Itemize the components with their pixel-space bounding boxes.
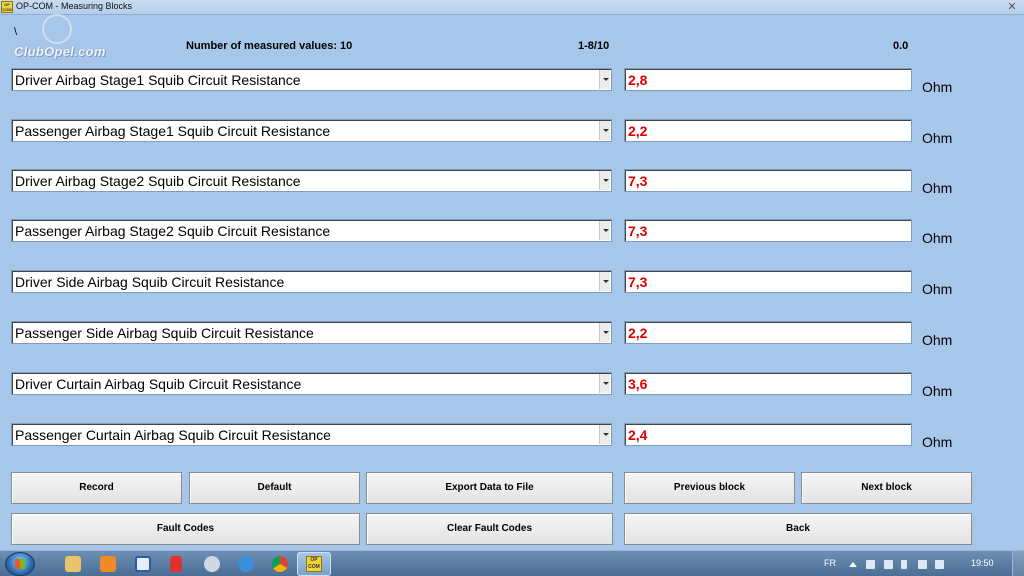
- measurement-row: Passenger Airbag Stage2 Squib Circuit Re…: [0, 219, 1024, 259]
- file-explorer-icon[interactable]: [65, 556, 81, 572]
- measurement-value-box: 2,4: [624, 423, 912, 446]
- path-indicator: \: [14, 26, 18, 38]
- measurement-unit: Ohm: [922, 79, 953, 95]
- measurement-label: Driver Side Airbag Squib Circuit Resista…: [15, 274, 285, 290]
- dropdown-arrow-icon[interactable]: [599, 121, 610, 140]
- record-button[interactable]: Record: [11, 472, 182, 504]
- measurement-unit: Ohm: [922, 332, 953, 348]
- previous-block-button[interactable]: Previous block: [624, 472, 795, 504]
- clear-fault-codes-button[interactable]: Clear Fault Codes: [366, 513, 613, 545]
- measurement-label: Driver Airbag Stage2 Squib Circuit Resis…: [15, 173, 301, 189]
- tray-expand-icon[interactable]: [849, 562, 857, 567]
- measurement-label: Driver Curtain Airbag Squib Circuit Resi…: [15, 376, 302, 392]
- back-button[interactable]: Back: [624, 513, 972, 545]
- measurement-value-box: 7,3: [624, 169, 912, 192]
- measurement-unit: Ohm: [922, 434, 953, 450]
- measurement-label: Driver Airbag Stage1 Squib Circuit Resis…: [15, 72, 301, 88]
- measurement-label: Passenger Airbag Stage1 Squib Circuit Re…: [15, 123, 331, 139]
- measurement-value-box: 2,8: [624, 68, 912, 91]
- taskbar: OP COM FR 19:50: [0, 550, 1024, 576]
- measurement-unit: Ohm: [922, 230, 953, 246]
- clock[interactable]: 19:50: [971, 558, 994, 568]
- measurement-value-box: 2,2: [624, 321, 912, 344]
- window-title: OP-COM - Measuring Blocks: [16, 1, 133, 11]
- chrome-icon[interactable]: [272, 556, 288, 572]
- measurement-value: 2,8: [628, 72, 648, 88]
- measurement-row: Driver Airbag Stage2 Squib Circuit Resis…: [0, 169, 1024, 209]
- op-com-taskbar-button[interactable]: OP COM: [297, 552, 331, 576]
- measurement-unit: Ohm: [922, 130, 953, 146]
- title-bar: OP COM OP-COM - Measuring Blocks ✕: [0, 0, 1024, 15]
- measurement-select[interactable]: Passenger Curtain Airbag Squib Circuit R…: [11, 423, 612, 446]
- pin-icon[interactable]: [170, 556, 182, 572]
- network-shield-icon[interactable]: [866, 560, 875, 569]
- measurement-label: Passenger Airbag Stage2 Squib Circuit Re…: [15, 223, 331, 239]
- next-block-button[interactable]: Next block: [801, 472, 972, 504]
- measurement-value: 7,3: [628, 274, 648, 290]
- elapsed-time: 0.0: [893, 40, 909, 52]
- measurement-unit: Ohm: [922, 180, 953, 196]
- flag-icon[interactable]: [884, 560, 893, 569]
- measurement-value: 7,3: [628, 223, 648, 239]
- dropdown-arrow-icon[interactable]: [599, 221, 610, 240]
- globe-icon[interactable]: [204, 556, 220, 572]
- measurement-row: Passenger Side Airbag Squib Circuit Resi…: [0, 321, 1024, 361]
- fault-codes-button[interactable]: Fault Codes: [11, 513, 360, 545]
- dropdown-arrow-icon[interactable]: [599, 374, 610, 393]
- dropdown-arrow-icon[interactable]: [599, 272, 610, 291]
- measurement-select[interactable]: Passenger Airbag Stage2 Squib Circuit Re…: [11, 219, 612, 242]
- measurement-row: Driver Airbag Stage1 Squib Circuit Resis…: [0, 68, 1024, 108]
- signal-icon[interactable]: [918, 560, 927, 569]
- clubopel-logo: ClubOpel.com: [14, 44, 106, 59]
- measurement-value: 7,3: [628, 173, 648, 189]
- measurement-unit: Ohm: [922, 281, 953, 297]
- measurement-label: Passenger Curtain Airbag Squib Circuit R…: [15, 427, 331, 443]
- measurement-value: 3,6: [628, 376, 648, 392]
- measurement-value-box: 2,2: [624, 119, 912, 142]
- dropdown-arrow-icon[interactable]: [599, 425, 610, 444]
- language-indicator[interactable]: FR: [824, 558, 836, 568]
- measurement-row: Passenger Airbag Stage1 Squib Circuit Re…: [0, 119, 1024, 159]
- block-range: 1-8/10: [578, 40, 610, 52]
- measured-values-count: Number of measured values: 10: [186, 40, 353, 52]
- dropdown-arrow-icon[interactable]: [599, 171, 610, 190]
- media-player-icon[interactable]: [100, 556, 116, 572]
- volume-icon[interactable]: [935, 560, 944, 569]
- default-button[interactable]: Default: [189, 472, 360, 504]
- security-icon[interactable]: [135, 556, 151, 572]
- op-com-app-icon: OP COM: [1, 1, 13, 13]
- measurement-label: Passenger Side Airbag Squib Circuit Resi…: [15, 325, 314, 341]
- measurement-unit: Ohm: [922, 383, 953, 399]
- measurement-value: 2,4: [628, 427, 648, 443]
- measurement-value-box: 7,3: [624, 270, 912, 293]
- logo-ring-decoration: [42, 14, 72, 44]
- measurement-select[interactable]: Driver Side Airbag Squib Circuit Resista…: [11, 270, 612, 293]
- measurement-value: 2,2: [628, 123, 648, 139]
- dropdown-arrow-icon[interactable]: [599, 70, 610, 89]
- measurement-select[interactable]: Driver Airbag Stage1 Squib Circuit Resis…: [11, 68, 612, 91]
- measurement-row: Driver Side Airbag Squib Circuit Resista…: [0, 270, 1024, 310]
- export-data-button[interactable]: Export Data to File: [366, 472, 613, 504]
- measurement-value: 2,2: [628, 325, 648, 341]
- measurement-select[interactable]: Driver Airbag Stage2 Squib Circuit Resis…: [11, 169, 612, 192]
- dropdown-arrow-icon[interactable]: [599, 323, 610, 342]
- measurement-select[interactable]: Passenger Side Airbag Squib Circuit Resi…: [11, 321, 612, 344]
- measurement-select[interactable]: Driver Curtain Airbag Squib Circuit Resi…: [11, 372, 612, 395]
- measurement-select[interactable]: Passenger Airbag Stage1 Squib Circuit Re…: [11, 119, 612, 142]
- battery-icon[interactable]: [901, 560, 907, 569]
- close-button[interactable]: ✕: [1000, 0, 1024, 14]
- measurement-row: Driver Curtain Airbag Squib Circuit Resi…: [0, 372, 1024, 412]
- internet-explorer-icon[interactable]: [238, 556, 254, 572]
- op-com-icon: OP COM: [306, 556, 322, 572]
- measurement-value-box: 3,6: [624, 372, 912, 395]
- measurement-row: Passenger Curtain Airbag Squib Circuit R…: [0, 423, 1024, 463]
- measurement-value-box: 7,3: [624, 219, 912, 242]
- show-desktop-button[interactable]: [1012, 551, 1024, 576]
- start-orb-icon[interactable]: [5, 552, 35, 576]
